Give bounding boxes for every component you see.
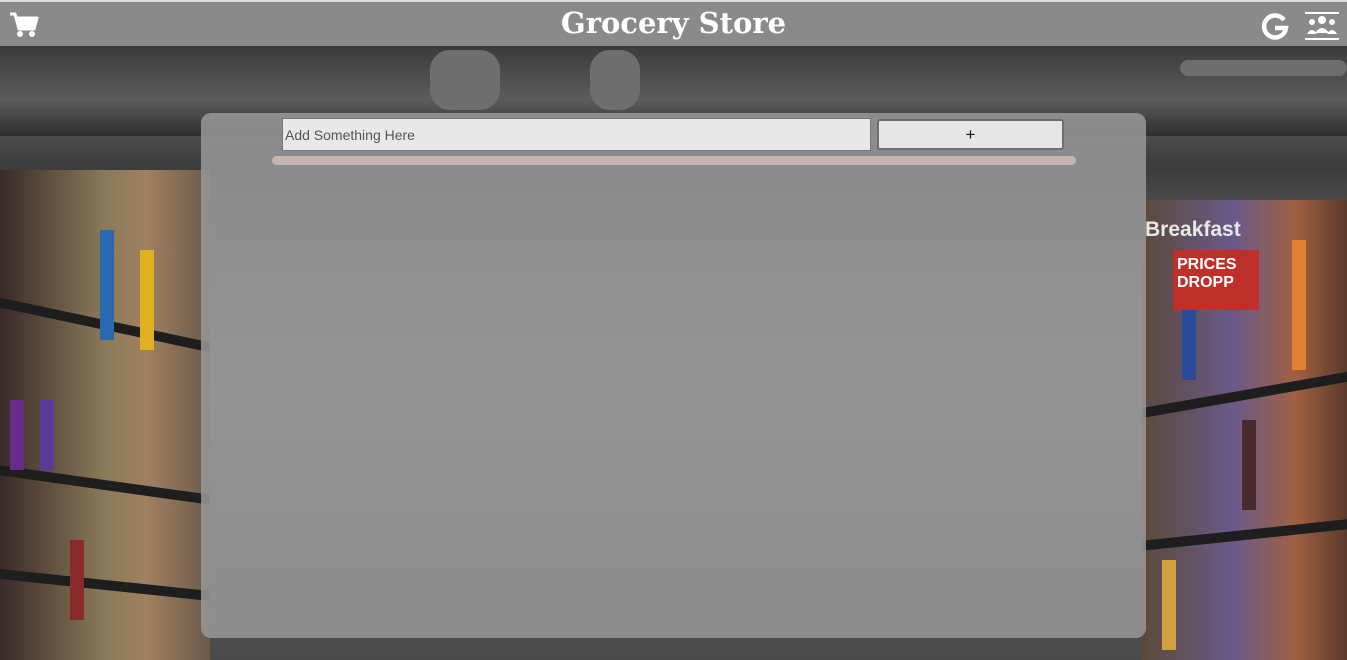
google-icon[interactable] [1261, 12, 1289, 40]
pipe [590, 50, 640, 110]
add-item-button[interactable]: + [877, 119, 1064, 150]
progress-bar [272, 156, 1076, 165]
todo-panel: + [201, 113, 1146, 638]
page-title: Grocery Store [560, 6, 787, 40]
add-item-input[interactable] [282, 118, 871, 151]
users-group-icon[interactable] [1305, 12, 1339, 40]
pipe [1180, 60, 1347, 76]
left-shelves [0, 170, 210, 660]
pipe [430, 50, 500, 110]
header-bar: Grocery Store [0, 0, 1347, 46]
prices-dropped-sign: PRICES DROPP [1173, 250, 1259, 310]
breakfast-sign: Breakfast [1145, 218, 1241, 241]
